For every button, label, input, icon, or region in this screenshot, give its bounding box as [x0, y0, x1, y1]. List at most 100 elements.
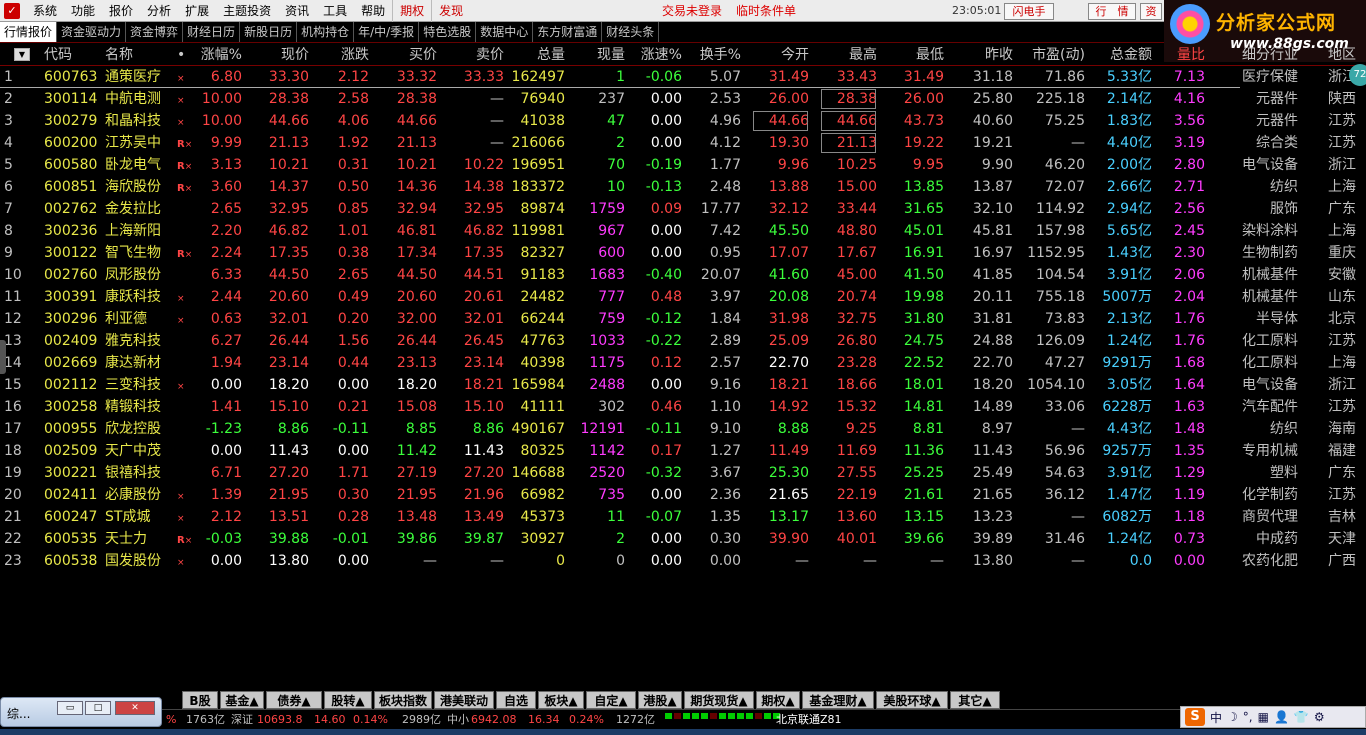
column-header-turn[interactable]: 换手%: [690, 44, 741, 66]
punctuation-icon[interactable]: °,: [1243, 710, 1253, 724]
table-row[interactable]: 7 002762 金发拉比 2.65 32.95 0.85 32.94 32.95 89874 1…: [0, 198, 1366, 220]
table-row[interactable]: 23 600538 国发股份 × 0.00 13.80 0.00 — — 0 0 0.00 0.00 — —…: [0, 550, 1366, 572]
column-header-bid[interactable]: 买价: [385, 44, 437, 66]
menu-item[interactable]: 扩展: [178, 0, 216, 22]
menu-item[interactable]: 分析: [140, 0, 178, 22]
category-tab-0[interactable]: B股: [182, 691, 218, 709]
maximize-icon[interactable]: □: [85, 701, 111, 715]
column-header-price[interactable]: 现价: [258, 44, 309, 66]
category-tab-1[interactable]: 基金▲: [220, 691, 264, 709]
category-tab-13[interactable]: 美股环球▲: [876, 691, 948, 709]
skin-icon[interactable]: 👕: [1294, 710, 1309, 724]
table-row[interactable]: 5 600580 卧龙电气 R× 3.13 10.21 0.31 10.21 10.22 1969…: [0, 154, 1366, 176]
category-tab-6[interactable]: 自选: [496, 691, 536, 709]
column-header-pct[interactable]: 涨幅%: [196, 44, 242, 66]
table-row[interactable]: 9 300122 智飞生物 R× 2.24 17.35 0.38 17.34 17.35 8232…: [0, 242, 1366, 264]
conditional-order-link[interactable]: 临时条件单: [736, 0, 796, 22]
column-menu-button[interactable]: ▼: [14, 48, 30, 61]
category-tab-3[interactable]: 股转▲: [324, 691, 372, 709]
float-badge[interactable]: 72: [1349, 64, 1366, 86]
column-header-ratio[interactable]: 量比: [1160, 44, 1205, 66]
tab-10[interactable]: 财经头条: [602, 22, 660, 42]
category-tab-2[interactable]: 债券▲: [266, 691, 322, 709]
menu-item[interactable]: 帮助: [354, 0, 392, 22]
sz-label[interactable]: 深证: [231, 710, 253, 730]
side-panel-handle[interactable]: [0, 340, 6, 374]
menu-item[interactable]: 工具: [316, 0, 354, 22]
close-icon[interactable]: ✕: [115, 701, 155, 715]
table-row[interactable]: 1 600763 通策医疗 × 6.80 33.30 2.12 33.32 33.33 16249…: [0, 66, 1366, 88]
minimized-window[interactable]: 综... ▭ □ ✕: [0, 697, 162, 727]
column-header-name[interactable]: 名称: [105, 44, 175, 66]
table-row[interactable]: 3 300279 和晶科技 × 10.00 44.66 4.06 44.66 — 41038 47 0…: [0, 110, 1366, 132]
category-tab-4[interactable]: 板块指数: [374, 691, 432, 709]
tab-2[interactable]: 资金博弈: [126, 22, 184, 42]
menu-item[interactable]: 功能: [64, 0, 102, 22]
quote-button[interactable]: 行 情: [1088, 3, 1136, 20]
category-tab-12[interactable]: 基金理财▲: [802, 691, 874, 709]
column-header-vol[interactable]: 总量: [510, 44, 565, 66]
table-row[interactable]: 16 300258 精锻科技 1.41 15.10 0.21 15.08 15.10 41111…: [0, 396, 1366, 418]
table-row[interactable]: 13 002409 雅克科技 6.27 26.44 1.56 26.44 26.45 47763…: [0, 330, 1366, 352]
column-header-area[interactable]: 地区: [1306, 44, 1356, 66]
table-row[interactable]: 12 300296 利亚德 × 0.63 32.01 0.20 32.00 32.01 66244…: [0, 308, 1366, 330]
column-header-chg[interactable]: 涨跌: [320, 44, 369, 66]
table-row[interactable]: 15 002112 三变科技 × 0.00 18.20 0.00 18.20 18.21 1659…: [0, 374, 1366, 396]
category-tab-10[interactable]: 期货现货▲: [684, 691, 754, 709]
settings-icon[interactable]: ⚙: [1314, 710, 1325, 724]
column-header-speed[interactable]: 涨速%: [630, 44, 682, 66]
table-row[interactable]: 6 600851 海欣股份 R× 3.60 14.37 0.50 14.36 14.38 1833…: [0, 176, 1366, 198]
ime-mode-icon[interactable]: 中: [1210, 709, 1222, 726]
tab-9[interactable]: 东方财富通: [533, 22, 603, 42]
column-header-high[interactable]: 最高: [820, 44, 877, 66]
moon-icon[interactable]: ☽: [1227, 710, 1238, 724]
table-row[interactable]: 11 300391 康跃科技 × 2.44 20.60 0.49 20.60 20.61 2448…: [0, 286, 1366, 308]
column-header-ind[interactable]: 细分行业: [1212, 44, 1298, 66]
tab-7[interactable]: 特色选股: [419, 22, 477, 42]
table-row[interactable]: 10 002760 凤形股份 6.33 44.50 2.65 44.50 44.51 91183…: [0, 264, 1366, 286]
category-tab-8[interactable]: 自定▲: [586, 691, 636, 709]
keyboard-icon[interactable]: ▦: [1258, 710, 1269, 724]
menu-item[interactable]: 期权: [392, 0, 431, 22]
column-header-amt[interactable]: 总金额: [1090, 44, 1152, 66]
table-row[interactable]: 2 300114 中航电测 × 10.00 28.38 2.58 28.38 — 76940 237…: [0, 88, 1366, 110]
tab-4[interactable]: 新股日历: [240, 22, 298, 42]
category-tab-14[interactable]: 其它▲: [950, 691, 1000, 709]
menu-item[interactable]: 系统: [26, 0, 64, 22]
restore-icon[interactable]: ▭: [57, 701, 83, 715]
tab-5[interactable]: 机构持仓: [297, 22, 355, 42]
tab-3[interactable]: 财经日历: [183, 22, 241, 42]
table-row[interactable]: 19 300221 银禧科技 6.71 27.20 1.71 27.19 27.20 14668…: [0, 462, 1366, 484]
column-header-prev[interactable]: 昨收: [956, 44, 1013, 66]
category-tab-11[interactable]: 期权▲: [756, 691, 800, 709]
app-logo-icon[interactable]: ✓: [4, 2, 20, 19]
column-header-ask[interactable]: 卖价: [448, 44, 504, 66]
table-row[interactable]: 18 002509 天广中茂 0.00 11.43 0.00 11.42 11.43 80325…: [0, 440, 1366, 462]
tab-1[interactable]: 资金驱动力: [57, 22, 127, 42]
sme-label[interactable]: 中小: [447, 710, 469, 730]
menu-item[interactable]: 资讯: [278, 0, 316, 22]
category-tab-9[interactable]: 港股▲: [638, 691, 682, 709]
menu-item[interactable]: 主题投资: [216, 0, 278, 22]
column-header-flag[interactable]: •: [177, 44, 195, 66]
flash-trade-button[interactable]: 闪电手: [1004, 3, 1054, 20]
asset-button[interactable]: 资: [1140, 3, 1162, 20]
tab-6[interactable]: 年/中/季报: [354, 22, 420, 42]
menu-item[interactable]: 报价: [102, 0, 140, 22]
user-icon[interactable]: 👤: [1274, 710, 1289, 724]
tab-0[interactable]: 行情报价: [0, 22, 58, 42]
table-row[interactable]: 17 000955 欣龙控股 -1.23 8.86 -0.11 8.85 8.86 490167…: [0, 418, 1366, 440]
column-header-cur[interactable]: 现量: [572, 44, 625, 66]
table-row[interactable]: 14 002669 康达新材 1.94 23.14 0.44 23.13 23.14 40398…: [0, 352, 1366, 374]
menu-item[interactable]: 发现: [431, 0, 470, 22]
sogou-ime-icon[interactable]: S: [1185, 708, 1205, 726]
column-header-open[interactable]: 今开: [752, 44, 809, 66]
table-row[interactable]: 22 600535 天士力 R× -0.03 39.88 -0.01 39.86 39.87 30…: [0, 528, 1366, 550]
category-tab-7[interactable]: 板块▲: [538, 691, 584, 709]
column-header-code[interactable]: 代码: [44, 44, 96, 66]
category-tab-5[interactable]: 港美联动: [434, 691, 494, 709]
column-header-low[interactable]: 最低: [888, 44, 944, 66]
server-name[interactable]: 北京联通Z81: [776, 710, 842, 730]
table-row[interactable]: 20 002411 必康股份 × 1.39 21.95 0.30 21.95 21.96 6698…: [0, 484, 1366, 506]
table-row[interactable]: 21 600247 ST成城 × 2.12 13.51 0.28 13.48 13.49 4537…: [0, 506, 1366, 528]
